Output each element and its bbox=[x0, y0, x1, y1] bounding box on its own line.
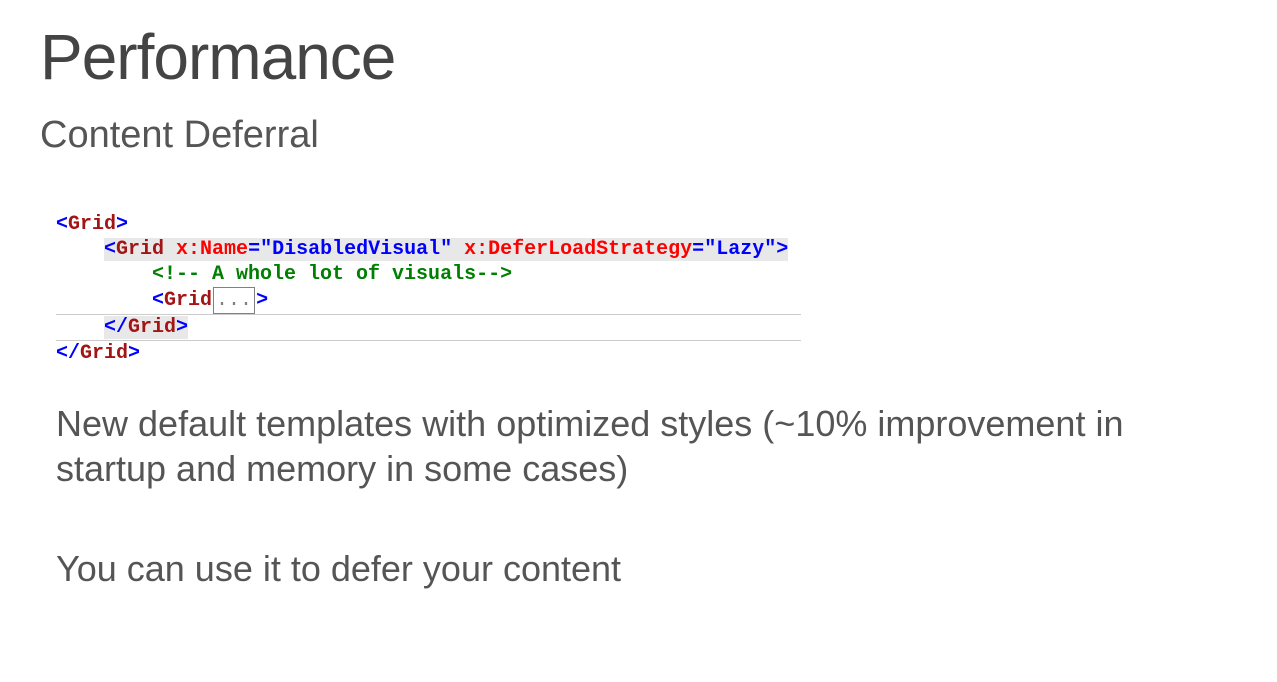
collapse-fold-icon: ... bbox=[213, 287, 255, 314]
code-highlight: </Grid> bbox=[104, 316, 188, 339]
code-line-4: <Grid...> bbox=[56, 287, 801, 315]
code-line-2: <Grid x:Name="DisabledVisual" x:DeferLoa… bbox=[56, 238, 788, 261]
code-punct: </ bbox=[104, 316, 128, 339]
code-eq: = bbox=[248, 238, 260, 261]
code-line-1: <Grid> bbox=[56, 213, 128, 236]
slide-subtitle: Content Deferral bbox=[40, 114, 1237, 157]
code-attr: x:Name bbox=[176, 238, 248, 261]
code-elem: Grid bbox=[116, 238, 176, 261]
code-punct: > bbox=[116, 213, 128, 236]
code-line-3: <!-- A whole lot of visuals--> bbox=[56, 263, 512, 286]
code-line-6: </Grid> bbox=[56, 342, 140, 365]
code-highlight: <Grid x:Name="DisabledVisual" x:DeferLoa… bbox=[104, 238, 788, 261]
code-punct: </ bbox=[56, 342, 80, 365]
code-attr-value: "Lazy" bbox=[704, 238, 776, 261]
code-eq: = bbox=[692, 238, 704, 261]
code-elem: Grid bbox=[164, 289, 212, 312]
code-attr: x:DeferLoadStrategy bbox=[464, 238, 692, 261]
code-punct: < bbox=[104, 238, 116, 261]
code-elem: Grid bbox=[80, 342, 128, 365]
code-line-5: </Grid> bbox=[56, 315, 801, 341]
code-punct: < bbox=[152, 289, 164, 312]
slide-title: Performance bbox=[40, 20, 1237, 94]
code-elem: Grid bbox=[128, 316, 176, 339]
body-paragraph-1: New default templates with optimized sty… bbox=[56, 401, 1221, 491]
code-punct: > bbox=[776, 238, 788, 261]
code-punct: > bbox=[256, 289, 268, 312]
body-paragraph-2: You can use it to defer your content bbox=[56, 546, 1221, 591]
code-elem: Grid bbox=[68, 213, 116, 236]
code-punct: > bbox=[128, 342, 140, 365]
code-comment: <!-- A whole lot of visuals--> bbox=[152, 263, 512, 286]
code-attr-value: "DisabledVisual" bbox=[260, 238, 464, 261]
code-punct: > bbox=[176, 316, 188, 339]
code-sample-block: <Grid> <Grid x:Name="DisabledVisual" x:D… bbox=[56, 187, 1237, 366]
code-punct: < bbox=[56, 213, 68, 236]
